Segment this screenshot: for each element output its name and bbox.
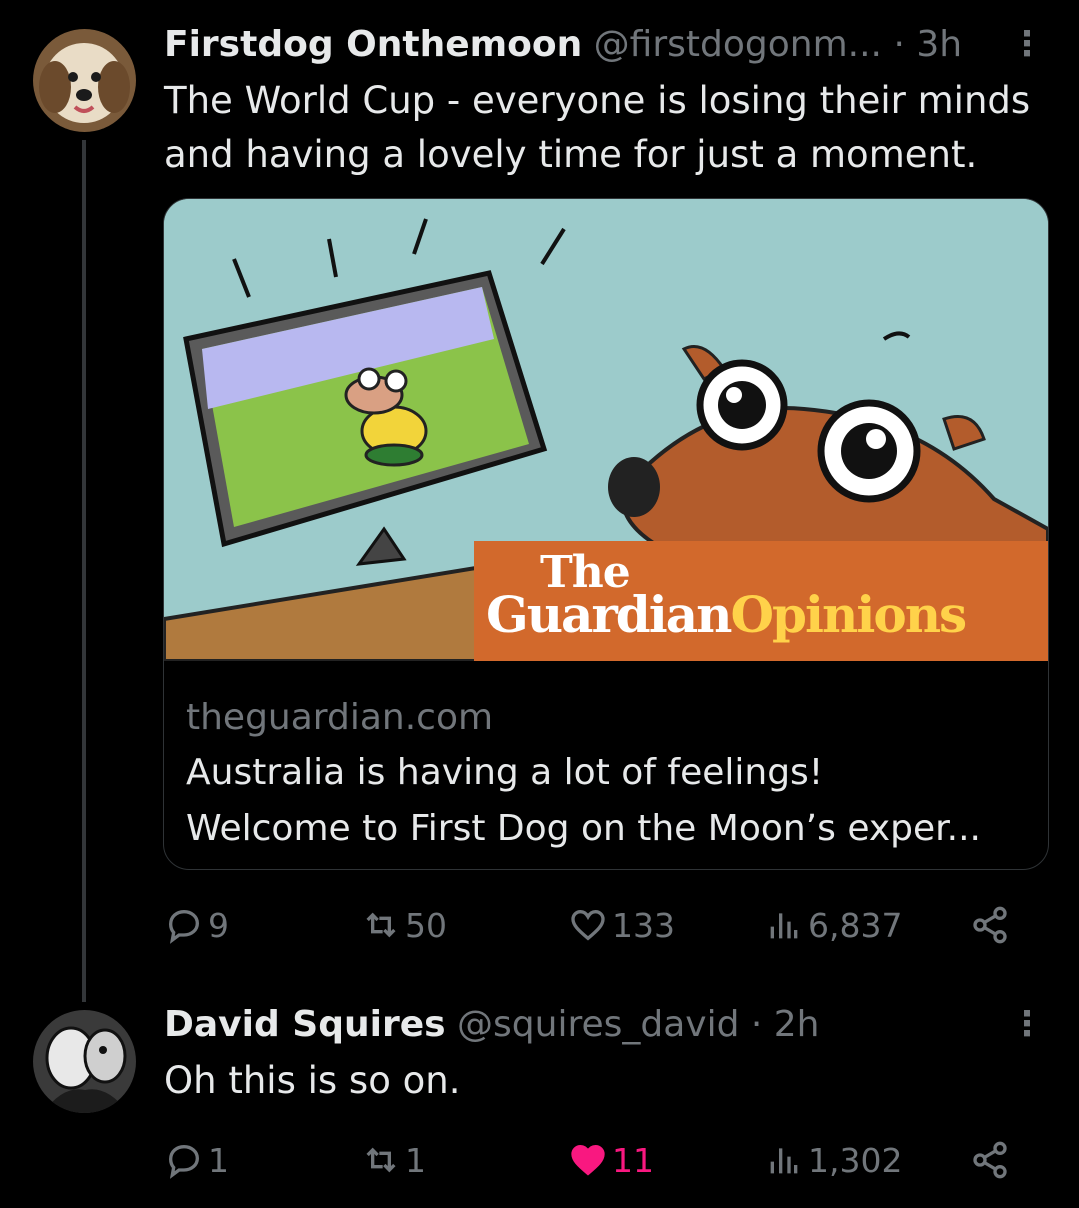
card-title-line1: Australia is having a lot of feelings! (186, 752, 824, 793)
like-count: 11 (612, 1140, 654, 1180)
timestamp[interactable]: · 3h (893, 24, 962, 65)
more-icon[interactable]: ⋮ (1010, 24, 1044, 64)
tweet-actions: 9 50 133 6,837 (164, 900, 1024, 950)
thread-line (82, 140, 86, 1002)
card-meta[interactable]: theguardian.com Australia is having a lo… (186, 691, 1036, 857)
repost-icon (366, 1147, 396, 1173)
reply-button[interactable]: 1 (164, 1135, 229, 1185)
views-icon (770, 1148, 798, 1174)
logo-wordmark: GuardianOpinions (486, 585, 968, 644)
reply-count: 1 (208, 1140, 229, 1180)
share-icon (973, 1141, 1007, 1179)
avatar-firstdog[interactable] (33, 29, 136, 132)
tweet-actions: 1 1 11 1,302 (164, 1135, 1024, 1185)
logo-opinions: Opinions (730, 585, 968, 644)
repost-icon (366, 912, 396, 938)
avatar-squires[interactable] (33, 1010, 136, 1113)
handle[interactable]: @firstdogonm... (594, 24, 882, 65)
tweet-firstdog[interactable]: Firstdog Onthemoon @firstdogonm... · 3h … (0, 0, 1079, 1002)
views-count: 1,302 (808, 1140, 903, 1180)
more-icon[interactable]: ⋮ (1010, 1004, 1044, 1044)
tweet-text: Oh this is so on. (164, 1059, 461, 1102)
reply-icon (168, 1144, 200, 1179)
tweet-header: Firstdog Onthemoon @firstdogonm... · 3h (164, 24, 962, 65)
like-icon (571, 909, 605, 941)
like-count: 133 (612, 905, 675, 945)
reply-count: 9 (208, 905, 229, 945)
repost-button[interactable]: 1 (361, 1135, 426, 1185)
reply-button[interactable]: 9 (164, 900, 229, 950)
share-button[interactable] (970, 1135, 1014, 1185)
handle[interactable]: @squires_david (457, 1004, 739, 1045)
views-button[interactable]: 6,837 (764, 900, 902, 950)
views-icon (770, 913, 798, 939)
tweet-header: David Squires @squires_david · 2h (164, 1004, 820, 1045)
views-button[interactable]: 1,302 (764, 1135, 902, 1185)
like-icon-filled (571, 1144, 605, 1176)
logo-guardian: Guardian (486, 585, 732, 644)
display-name[interactable]: David Squires (164, 1004, 446, 1045)
card-title-line2: Welcome to First Dog on the Moon’s exper… (186, 808, 981, 849)
share-icon (973, 906, 1007, 944)
tweet-text: The World Cup - everyone is losing their… (164, 79, 1031, 176)
display-name[interactable]: Firstdog Onthemoon (164, 24, 582, 65)
guardian-opinions-logo: The GuardianOpinions (474, 541, 1048, 661)
repost-button[interactable]: 50 (361, 900, 447, 950)
like-button[interactable]: 133 (568, 900, 675, 950)
share-button[interactable] (970, 900, 1014, 950)
repost-count: 1 (405, 1140, 426, 1180)
like-button[interactable]: 11 (568, 1135, 654, 1185)
link-card[interactable]: The GuardianOpinions theguardian.com Aus… (163, 198, 1049, 870)
tweet-squires[interactable]: David Squires @squires_david · 2h ⋮ Oh t… (0, 990, 1079, 1208)
repost-count: 50 (405, 905, 447, 945)
timestamp[interactable]: · 2h (751, 1004, 820, 1045)
card-domain: theguardian.com (186, 697, 494, 738)
reply-icon (168, 909, 200, 944)
views-count: 6,837 (808, 905, 903, 945)
